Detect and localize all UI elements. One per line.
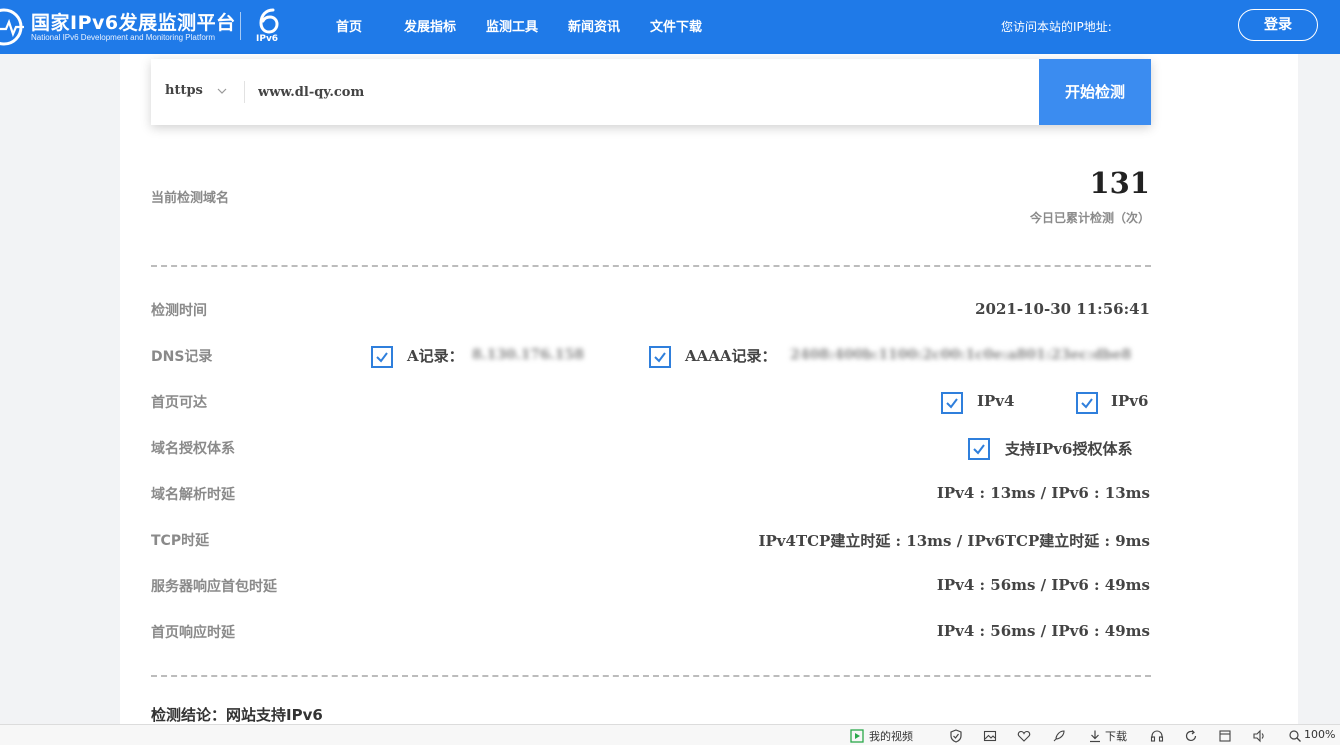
a-record-label: A记录： (407, 347, 464, 365)
ipv6-six-glyph (259, 8, 279, 34)
divider-top (151, 265, 1151, 267)
check-icon (1081, 398, 1093, 409)
url-input[interactable] (258, 77, 1028, 107)
check-icon (376, 352, 388, 363)
my-video-link[interactable]: 我的视频 (869, 728, 913, 743)
check-conclusion: 检测结论：网站支持IPv6 (151, 706, 323, 724)
refresh-icon[interactable] (1184, 729, 1198, 743)
ipv6-badge-text: IPv6 (256, 34, 279, 44)
ipv6-auth-checkbox[interactable] (968, 438, 990, 460)
play-icon[interactable] (850, 729, 864, 743)
download-icon[interactable] (1088, 729, 1102, 743)
aaaa-record-label: AAAA记录： (685, 347, 777, 365)
nav-downloads[interactable]: 文件下载 (650, 16, 702, 35)
ipv6-reachable-checkbox[interactable] (1076, 392, 1098, 414)
search-divider (244, 81, 245, 103)
top-navigation-bar: 国家IPv6发展监测平台 National IPv6 Development a… (0, 0, 1340, 54)
protocol-select[interactable]: https (165, 83, 203, 98)
check-time-label: 检测时间 (151, 303, 207, 319)
speaker-icon[interactable] (1252, 729, 1266, 743)
headset-icon[interactable] (1150, 729, 1164, 743)
nav-news[interactable]: 新闻资讯 (568, 16, 620, 35)
tcp-latency-label: TCP时延 (151, 533, 210, 549)
right-margin (1298, 54, 1340, 724)
site-subtitle: National IPv6 Development and Monitoring… (31, 33, 216, 42)
pulse-logo-icon[interactable] (0, 8, 24, 46)
logo-divider (240, 12, 241, 40)
dns-latency-label: 域名解析时延 (151, 487, 235, 503)
chevron-down-icon[interactable] (217, 86, 227, 96)
check-icon (973, 444, 985, 455)
login-button[interactable]: 登录 (1238, 9, 1318, 41)
homepage-response-value: IPv4 : 56ms / IPv6 : 49ms (936, 622, 1150, 640)
nav-indicators[interactable]: 发展指标 (404, 16, 456, 35)
heart-icon[interactable] (1017, 729, 1031, 743)
current-domain-label: 当前检测域名 (151, 191, 230, 206)
first-packet-label: 服务器响应首包时延 (151, 579, 277, 595)
domain-auth-label: 域名授权体系 (151, 441, 235, 457)
rocket-icon[interactable] (1052, 729, 1066, 743)
ipv4-reachable-text: IPv4 (977, 392, 1015, 410)
check-count-label: 今日已累计检测（次） (1029, 211, 1150, 225)
dns-latency-value: IPv4 : 13ms / IPv6 : 13ms (936, 484, 1150, 502)
check-icon (654, 352, 666, 363)
homepage-reachable-label: 首页可达 (151, 395, 207, 411)
aaaa-record-checkbox[interactable] (649, 346, 671, 368)
nav-home[interactable]: 首页 (336, 16, 362, 35)
window-icon[interactable] (1218, 729, 1232, 743)
zoom-level[interactable]: 100% (1304, 728, 1335, 743)
homepage-response-label: 首页响应时延 (151, 625, 235, 641)
divider-bottom (151, 675, 1151, 677)
zoom-icon[interactable] (1288, 729, 1302, 743)
aaaa-record-value: 2408:400b:1100:2c00:1c0e:a801:23ec:dbe8 (790, 347, 1132, 363)
site-title[interactable]: 国家IPv6发展监测平台 (31, 8, 236, 35)
check-time-value: 2021-10-30 11:56:41 (975, 300, 1150, 318)
shield-icon[interactable] (949, 729, 963, 743)
start-check-button[interactable]: 开始检测 (1039, 59, 1151, 125)
ipv6-reachable-text: IPv6 (1111, 392, 1149, 410)
image-icon[interactable] (983, 729, 997, 743)
dns-label: DNS记录 (151, 349, 213, 365)
check-count: 131 (1089, 166, 1150, 200)
download-link[interactable]: 下载 (1105, 728, 1127, 743)
a-record-checkbox[interactable] (371, 346, 393, 368)
ipv6-auth-text: 支持IPv6授权体系 (1005, 440, 1133, 458)
ipv6-logo-icon: IPv6 (254, 7, 282, 47)
browser-status-bar: 我的视频 下载 100% (0, 724, 1340, 745)
a-record-value: 8.130.176.158 (472, 347, 585, 363)
check-icon (946, 398, 958, 409)
visitor-ip-label: 您访问本站的IP地址: (1001, 20, 1112, 34)
tcp-latency-value: IPv4TCP建立时延 : 13ms / IPv6TCP建立时延 : 9ms (758, 532, 1151, 550)
ipv4-reachable-checkbox[interactable] (941, 392, 963, 414)
first-packet-value: IPv4 : 56ms / IPv6 : 49ms (936, 576, 1150, 594)
nav-monitoring-tools[interactable]: 监测工具 (486, 16, 538, 35)
search-box: https 开始检测 (151, 59, 1151, 125)
